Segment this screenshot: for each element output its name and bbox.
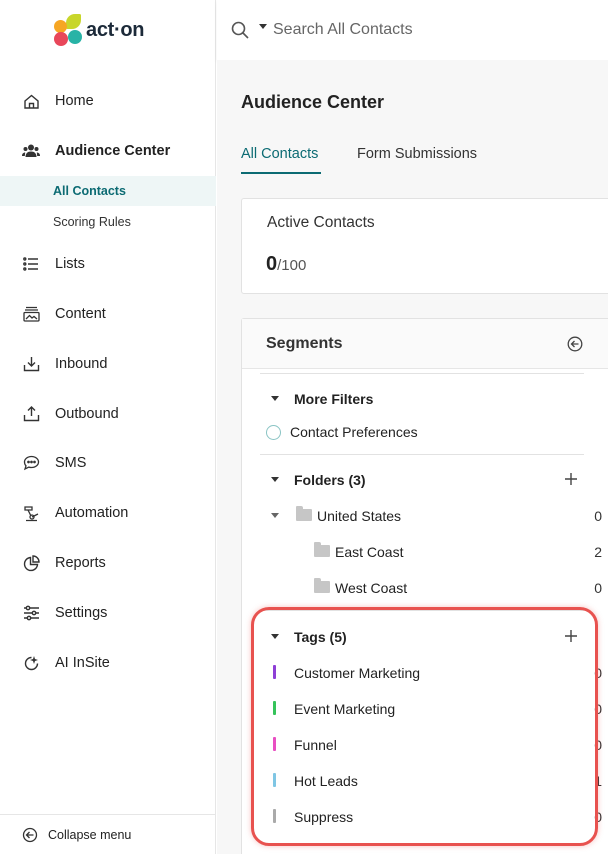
folder-label: United States (317, 508, 402, 524)
folder-count: 0 (594, 580, 602, 596)
logo-mark-icon (54, 14, 84, 46)
folder-icon (296, 506, 312, 521)
sidebar-item-label: Settings (55, 605, 108, 621)
collapse-triangle-icon[interactable] (271, 513, 279, 518)
sidebar-item-label: Reports (55, 555, 106, 571)
folder-icon (314, 542, 330, 557)
collapse-menu-button[interactable]: Collapse menu (0, 814, 216, 854)
content-icon (22, 305, 40, 323)
sidebar-item-reports[interactable]: Reports (0, 548, 216, 578)
folder-row[interactable]: West Coast 0 (242, 574, 602, 602)
act-on-logo[interactable]: act·on (54, 14, 145, 46)
collapse-triangle-icon[interactable] (271, 396, 279, 401)
sidebar-item-settings[interactable]: Settings (0, 598, 216, 628)
segments-header: Segments (242, 319, 608, 369)
segments-title: Segments (266, 335, 343, 352)
automation-icon (22, 504, 40, 522)
sidebar-subitem-label: Scoring Rules (53, 215, 131, 229)
sidebar-item-label: SMS (55, 455, 87, 471)
chat-icon (22, 454, 40, 472)
folder-row[interactable]: United States 0 (242, 502, 602, 530)
sidebar-item-outbound[interactable]: Outbound (0, 399, 216, 429)
sidebar-item-lists[interactable]: Lists (0, 249, 216, 279)
sidebar-item-sms[interactable]: SMS (0, 448, 216, 478)
search-scope-dropdown[interactable] (259, 24, 267, 29)
active-tab-indicator (241, 172, 321, 174)
sidebar-subitem-scoring-rules[interactable]: Scoring Rules (0, 207, 216, 237)
tags-highlight-annotation (251, 607, 598, 846)
collapse-arrow-icon (22, 827, 38, 843)
sidebar-item-home[interactable]: Home (0, 86, 216, 116)
more-filters-label: More Filters (294, 391, 374, 407)
radio-circle-icon[interactable] (266, 425, 281, 440)
list-item[interactable]: Contact Preferences (242, 418, 602, 446)
folders-label: Folders (3) (294, 472, 366, 488)
divider (260, 373, 584, 374)
search-icon[interactable] (231, 21, 249, 39)
tab-form-submissions[interactable]: Form Submissions (357, 146, 477, 162)
collapse-panel-icon[interactable] (567, 336, 583, 352)
ai-insite-icon (22, 654, 40, 672)
sidebar-item-content[interactable]: Content (0, 299, 216, 329)
sidebar-item-ai-insite[interactable]: AI InSite (0, 648, 216, 678)
sidebar-subitem-all-contacts[interactable]: All Contacts (0, 176, 216, 206)
filter-label: Contact Preferences (290, 424, 418, 440)
people-icon (22, 142, 40, 160)
sidebar-item-label: Lists (55, 256, 85, 272)
active-contacts-total: /100 (277, 257, 307, 274)
divider (260, 454, 584, 455)
folder-icon (314, 578, 330, 593)
sidebar-item-automation[interactable]: Automation (0, 498, 216, 528)
collapse-triangle-icon[interactable] (271, 477, 279, 482)
sliders-icon (22, 604, 40, 622)
active-contacts-count: 0/100 (266, 253, 306, 276)
active-contacts-value: 0 (266, 253, 278, 275)
outbound-icon (22, 405, 40, 423)
sidebar-item-label: Audience Center (55, 143, 171, 159)
sidebar-subitem-label: All Contacts (53, 184, 126, 198)
logo-text: act·on (86, 18, 145, 41)
sidebar: act·on Home Audience Center All Contacts… (0, 0, 216, 854)
page-title: Audience Center (241, 92, 385, 112)
sidebar-item-label: Automation (55, 505, 129, 521)
add-folder-icon[interactable] (562, 470, 580, 488)
sidebar-item-label: Home (55, 93, 94, 109)
home-icon (22, 92, 40, 110)
sidebar-item-label: Outbound (55, 406, 119, 422)
folder-label: East Coast (335, 544, 404, 560)
tab-all-contacts[interactable]: All Contacts (241, 146, 318, 162)
pie-chart-icon (22, 554, 40, 572)
folders-section[interactable]: Folders (3) (242, 466, 602, 494)
folder-count: 2 (594, 544, 602, 560)
top-search-bar (217, 0, 608, 60)
more-filters-section[interactable]: More Filters (242, 385, 602, 413)
folder-row[interactable]: East Coast 2 (242, 538, 602, 566)
active-contacts-card: Active Contacts 0/100 (241, 198, 608, 294)
sidebar-item-label: Inbound (55, 356, 108, 372)
folder-count: 0 (594, 508, 602, 524)
search-input[interactable] (273, 18, 573, 42)
active-contacts-title: Active Contacts (267, 214, 375, 231)
sidebar-item-audience-center[interactable]: Audience Center (0, 136, 216, 166)
list-icon (22, 255, 40, 273)
sidebar-item-label: AI InSite (55, 655, 110, 671)
sidebar-item-inbound[interactable]: Inbound (0, 349, 216, 379)
folder-label: West Coast (335, 580, 408, 596)
collapse-menu-label: Collapse menu (48, 827, 132, 842)
inbound-icon (22, 355, 40, 373)
sidebar-item-label: Content (55, 306, 106, 322)
